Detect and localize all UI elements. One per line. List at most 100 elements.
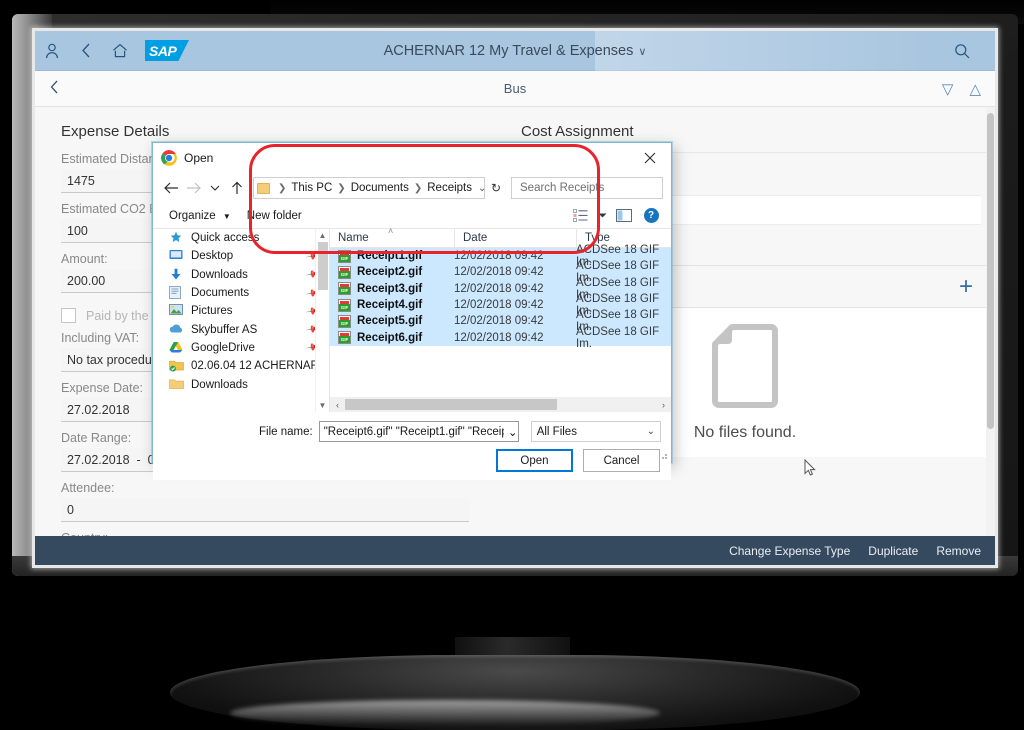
nav-item-label: 02.06.04 12 ACHERNAR xyxy=(191,360,319,373)
filename-label: File name: xyxy=(259,425,313,438)
nav-item-downloads-folder[interactable]: Downloads xyxy=(153,375,329,393)
chrome-icon xyxy=(161,150,177,166)
close-icon[interactable] xyxy=(629,144,671,172)
nav-item-desktop[interactable]: Desktop 📌 xyxy=(153,247,329,265)
file-list-header: Name ˄ Date Type xyxy=(330,226,671,248)
nav-item-achernar-folder[interactable]: 02.06.04 12 ACHERNAR xyxy=(153,357,329,375)
sort-ascending-icon: ˄ xyxy=(388,226,394,236)
search-icon[interactable] xyxy=(945,31,979,71)
change-expense-type-button[interactable]: Change Expense Type xyxy=(729,544,850,558)
nav-item-quick-access[interactable]: Quick access xyxy=(153,229,329,247)
scroll-up-icon[interactable]: ▲ xyxy=(316,229,329,242)
gif-file-icon xyxy=(338,249,351,263)
preview-pane-icon[interactable] xyxy=(612,206,636,226)
file-name-cell: Receipt1.gif xyxy=(330,249,454,263)
scrollbar-thumb[interactable] xyxy=(345,399,557,410)
refresh-icon[interactable]: ↻ xyxy=(487,181,505,195)
chevron-down-icon: ⌄ xyxy=(646,426,655,437)
nav-item-label: GoogleDrive xyxy=(191,341,255,354)
plus-icon[interactable]: + xyxy=(959,274,973,299)
breadcrumb-receipts[interactable]: Receipts xyxy=(426,182,473,194)
dialog-toolbar: Organize ▼ New folder ? xyxy=(153,203,671,229)
person-icon[interactable] xyxy=(35,31,69,71)
nav-item-label: Documents xyxy=(191,287,250,300)
file-date-cell: 12/02/2018 09:42 xyxy=(454,282,544,295)
nav-item-pictures[interactable]: Pictures 📌 xyxy=(153,302,329,320)
screen: SAP ACHERNAR 12 My Travel & Expenses ∨ Bu… xyxy=(35,31,995,565)
file-date-cell: 12/02/2018 09:42 xyxy=(454,299,544,312)
chevron-down-icon[interactable]: ⌄ xyxy=(504,425,516,439)
breadcrumb-this-pc[interactable]: This PC xyxy=(290,182,333,194)
page-header: Bus ▽ △ xyxy=(35,71,995,107)
filename-input[interactable]: "Receipt6.gif" "Receipt1.gif" "Receipt2.… xyxy=(318,421,519,442)
gif-file-icon xyxy=(338,282,351,296)
resize-grip[interactable] xyxy=(659,451,668,460)
nav-item-documents[interactable]: Documents 📌 xyxy=(153,284,329,302)
file-date-cell: 12/02/2018 09:42 xyxy=(454,331,544,344)
fiori-shell-header: SAP ACHERNAR 12 My Travel & Expenses ∨ xyxy=(35,31,995,71)
search-box[interactable] xyxy=(511,177,676,199)
help-icon[interactable]: ? xyxy=(639,206,663,226)
nav-pane-scrollbar[interactable]: ▲ ▼ xyxy=(315,229,329,412)
file-name-label: Receipt5.gif xyxy=(357,315,423,328)
column-header-name[interactable]: Name ˄ xyxy=(330,226,454,247)
field-label: Attendee: xyxy=(61,481,115,495)
file-name-label: Receipt1.gif xyxy=(357,250,423,263)
search-input[interactable] xyxy=(518,181,676,195)
file-date-cell: 12/02/2018 09:42 xyxy=(454,250,544,263)
footer-action-bar: Change Expense Type Duplicate Remove xyxy=(35,536,995,565)
nav-item-label: Pictures xyxy=(191,305,233,318)
file-list-horizontal-scrollbar[interactable]: ‹ › xyxy=(330,397,671,412)
scrollbar-thumb[interactable] xyxy=(987,113,994,429)
view-chevron-down-icon[interactable] xyxy=(595,206,609,226)
page-scrollbar[interactable] xyxy=(986,107,995,536)
scroll-down-icon[interactable]: ▼ xyxy=(316,399,329,412)
dialog-navigation-bar: ❯ This PC ❯ Documents ❯ Receipts ⌄ ↻ xyxy=(153,173,676,203)
file-type-filter-select[interactable]: All Files ⌄ xyxy=(530,421,661,442)
chevron-left-icon[interactable] xyxy=(69,31,103,71)
duplicate-button[interactable]: Duplicate xyxy=(868,544,918,558)
checkbox-icon[interactable] xyxy=(61,308,76,323)
arrow-up-icon[interactable] xyxy=(227,177,247,199)
nav-item-skybuffer-as[interactable]: Skybuffer AS 📌 xyxy=(153,320,329,338)
home-icon[interactable] xyxy=(103,31,137,71)
scroll-left-icon[interactable]: ‹ xyxy=(330,400,345,410)
chevron-down-icon[interactable] xyxy=(205,177,225,199)
help-glyph: ? xyxy=(643,208,659,223)
table-row[interactable]: Receipt6.gif 12/02/2018 09:42 ACDSee 18 GI… xyxy=(330,326,671,350)
chevron-down-icon[interactable]: ⌄ xyxy=(473,183,484,194)
arrow-left-icon[interactable] xyxy=(161,177,181,199)
nav-item-label: Quick access xyxy=(191,232,260,245)
google-drive-icon xyxy=(169,341,185,355)
column-header-label: Type xyxy=(585,231,610,244)
dialog-titlebar[interactable]: Open xyxy=(153,143,671,173)
file-name-cell: Receipt5.gif xyxy=(330,314,454,328)
nav-item-googledrive[interactable]: GoogleDrive 📌 xyxy=(153,339,329,357)
new-folder-button[interactable]: New folder xyxy=(239,208,310,224)
scroll-right-icon[interactable]: › xyxy=(656,400,671,410)
dialog-title: Open xyxy=(184,151,214,165)
gif-file-icon xyxy=(338,298,351,312)
organize-button[interactable]: Organize ▼ xyxy=(161,208,239,224)
open-file-dialog[interactable]: Open ❯ This PC ❯ Documents ❯ Receipts ↻ … xyxy=(152,142,676,480)
address-bar[interactable]: ❯ This PC ❯ Documents ❯ Receipts ⌄ xyxy=(253,177,485,199)
sap-logo[interactable]: SAP xyxy=(145,40,189,61)
scrollbar-thumb[interactable] xyxy=(318,242,328,290)
attendee-input[interactable] xyxy=(61,498,469,522)
column-header-type[interactable]: Type xyxy=(576,228,671,247)
breadcrumb-documents[interactable]: Documents xyxy=(350,182,410,194)
document-icon xyxy=(712,323,778,408)
nav-item-downloads[interactable]: Downloads 📌 xyxy=(153,266,329,284)
nav-item-label: Skybuffer AS xyxy=(191,323,258,336)
column-header-date[interactable]: Date xyxy=(454,228,576,247)
pictures-icon xyxy=(169,304,185,318)
remove-button[interactable]: Remove xyxy=(936,544,981,558)
cancel-button[interactable]: Cancel xyxy=(583,449,660,472)
file-name-label: Receipt4.gif xyxy=(357,299,423,312)
view-list-icon[interactable] xyxy=(568,206,592,226)
open-button[interactable]: Open xyxy=(496,449,573,472)
gif-file-icon xyxy=(338,331,351,345)
file-date-cell: 12/02/2018 09:42 xyxy=(454,266,544,279)
scrollbar-track[interactable] xyxy=(345,397,656,412)
arrow-right-icon[interactable] xyxy=(183,177,203,199)
